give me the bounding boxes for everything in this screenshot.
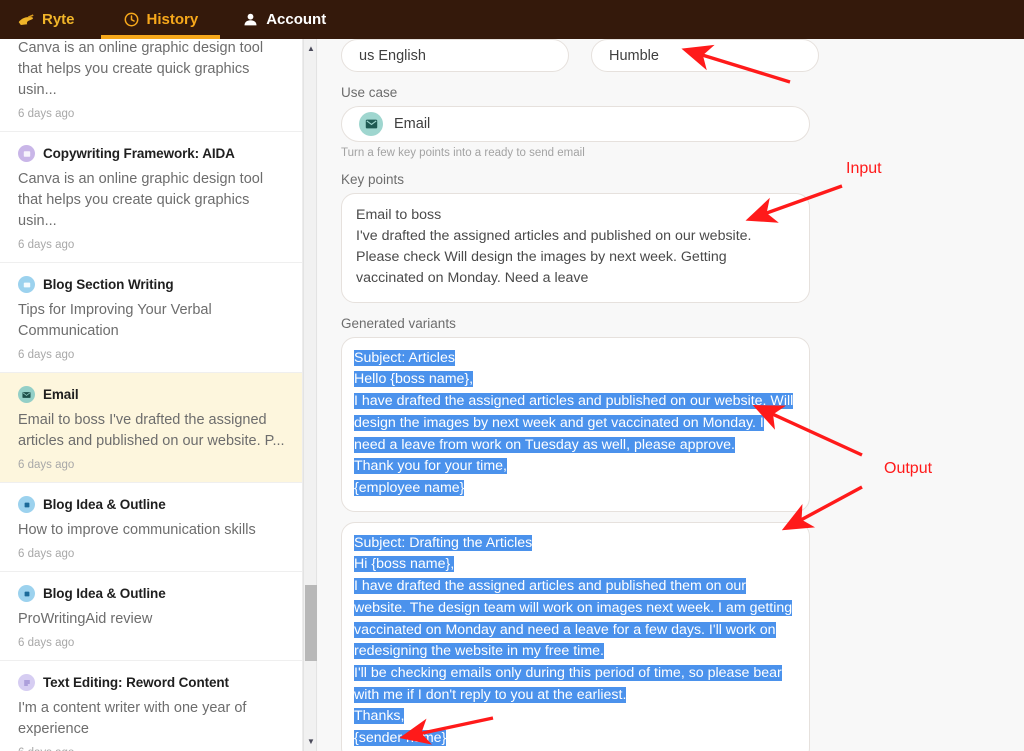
variant-line: Subject: Drafting the Articles — [354, 533, 797, 555]
variant-line: {sender name} — [354, 728, 797, 750]
key-points-line: Please check Will design the images by n… — [356, 247, 795, 289]
list-item-title: Blog Section Writing — [43, 277, 174, 292]
variant-output-1[interactable]: Subject: Articles Hello {boss name}, I h… — [341, 337, 810, 512]
variant-output-2[interactable]: Subject: Drafting the Articles Hi {boss … — [341, 522, 810, 751]
email-icon — [359, 112, 383, 136]
list-item-title: Blog Idea & Outline — [43, 586, 166, 601]
hand-pen-icon — [18, 11, 35, 28]
variant-line: Thank you for your time, — [354, 456, 797, 478]
brand-logo[interactable]: Ryte — [18, 0, 101, 39]
key-points-label: Key points — [341, 172, 1024, 187]
person-icon — [242, 11, 259, 28]
list-item-header: Text Editing: Reword Content — [18, 674, 285, 691]
template-badge-icon — [18, 276, 35, 293]
list-item-title: Copywriting Framework: AIDA — [43, 146, 235, 161]
list-item-time: 6 days ago — [18, 637, 285, 649]
list-item-time: 6 days ago — [18, 548, 285, 560]
list-item-snippet: I'm a content writer with one year of ex… — [18, 698, 285, 740]
history-sidebar[interactable]: Canva is an online graphic design tool t… — [0, 39, 303, 751]
list-item-title: Text Editing: Reword Content — [43, 675, 229, 690]
list-item[interactable]: Text Editing: Reword Content I'm a conte… — [0, 661, 303, 751]
variant-line: Subject: Articles — [354, 348, 797, 370]
list-item-title: Blog Idea & Outline — [43, 497, 166, 512]
list-item-header: Copywriting Framework: AIDA — [18, 145, 285, 162]
tab-account-label: Account — [266, 11, 326, 28]
use-case-value: Email — [394, 116, 430, 132]
list-item-snippet: Tips for Improving Your Verbal Communica… — [18, 300, 285, 342]
list-item-header: Email — [18, 386, 285, 403]
history-list: Canva is an online graphic design tool t… — [0, 39, 303, 751]
clock-icon — [123, 11, 140, 28]
list-item-time: 6 days ago — [18, 108, 285, 120]
key-points-line: Email to boss — [356, 205, 795, 226]
list-item-snippet: ProWritingAid review — [18, 609, 285, 630]
top-field-row: us English Humble — [341, 39, 1024, 72]
list-item-header: Blog Idea & Outline — [18, 585, 285, 602]
list-item[interactable]: Blog Section Writing Tips for Improving … — [0, 263, 303, 373]
list-item-time: 6 days ago — [18, 349, 285, 361]
variant-line: I have drafted the assigned articles and… — [354, 391, 797, 456]
template-badge-icon — [18, 496, 35, 513]
use-case-select[interactable]: Email — [341, 106, 810, 142]
list-item-snippet: Email to boss I've drafted the assigned … — [18, 410, 285, 452]
list-item-header: Blog Section Writing — [18, 276, 285, 293]
key-points-input[interactable]: Email to boss I've drafted the assigned … — [341, 193, 810, 303]
template-badge-icon — [18, 145, 35, 162]
top-navigation-bar: Ryte History Account — [0, 0, 1024, 39]
list-item-time: 6 days ago — [18, 239, 285, 251]
list-item[interactable]: Blog Idea & Outline ProWritingAid review… — [0, 572, 303, 661]
list-item[interactable]: Canva is an online graphic design tool t… — [0, 39, 303, 132]
tab-account[interactable]: Account — [220, 0, 348, 39]
list-item[interactable]: Copywriting Framework: AIDA Canva is an … — [0, 132, 303, 263]
sidebar-scrollbar[interactable]: ▲ ▼ — [303, 39, 317, 751]
list-item[interactable]: Blog Idea & Outline How to improve commu… — [0, 483, 303, 572]
language-value: us English — [359, 48, 426, 64]
app-root: Ryte History Account — [0, 0, 1024, 751]
scroll-up-arrow-icon[interactable]: ▲ — [304, 41, 318, 56]
variant-line: Hello {boss name}, — [354, 369, 797, 391]
generated-variants-label: Generated variants — [341, 316, 1024, 331]
variant-line: I'll be checking emails only during this… — [354, 663, 797, 706]
list-item-snippet: Canva is an online graphic design tool t… — [18, 169, 285, 232]
tab-history-label: History — [147, 11, 199, 28]
language-select[interactable]: us English — [341, 39, 569, 72]
template-badge-icon — [18, 585, 35, 602]
scroll-down-arrow-icon[interactable]: ▼ — [304, 734, 318, 749]
list-item-header: Blog Idea & Outline — [18, 496, 285, 513]
tab-history[interactable]: History — [101, 0, 221, 39]
list-item-snippet: Canva is an online graphic design tool t… — [18, 39, 285, 101]
text-edit-badge-icon — [18, 674, 35, 691]
variant-line: I have drafted the assigned articles and… — [354, 576, 797, 663]
use-case-hint: Turn a few key points into a ready to se… — [341, 147, 1024, 159]
list-item-time: 6 days ago — [18, 747, 285, 751]
brand-label: Ryte — [42, 11, 75, 28]
tone-select[interactable]: Humble — [591, 39, 819, 72]
variant-line: {employee name} — [354, 478, 797, 500]
email-badge-icon — [18, 386, 35, 403]
list-item-title: Email — [43, 387, 79, 402]
main-content: us English Humble Use case Email Turn a … — [318, 39, 1024, 751]
key-points-line: I've drafted the assigned articles and p… — [356, 226, 795, 247]
list-item-time: 6 days ago — [18, 459, 285, 471]
use-case-label: Use case — [341, 85, 1024, 100]
variant-line: Hi {boss name}, — [354, 554, 797, 576]
scrollbar-thumb[interactable] — [305, 585, 317, 661]
sidebar-item-email[interactable]: Email Email to boss I've drafted the ass… — [0, 373, 303, 483]
tone-value: Humble — [609, 48, 659, 64]
list-item-snippet: How to improve communication skills — [18, 520, 285, 541]
variant-line: Thanks, — [354, 706, 797, 728]
